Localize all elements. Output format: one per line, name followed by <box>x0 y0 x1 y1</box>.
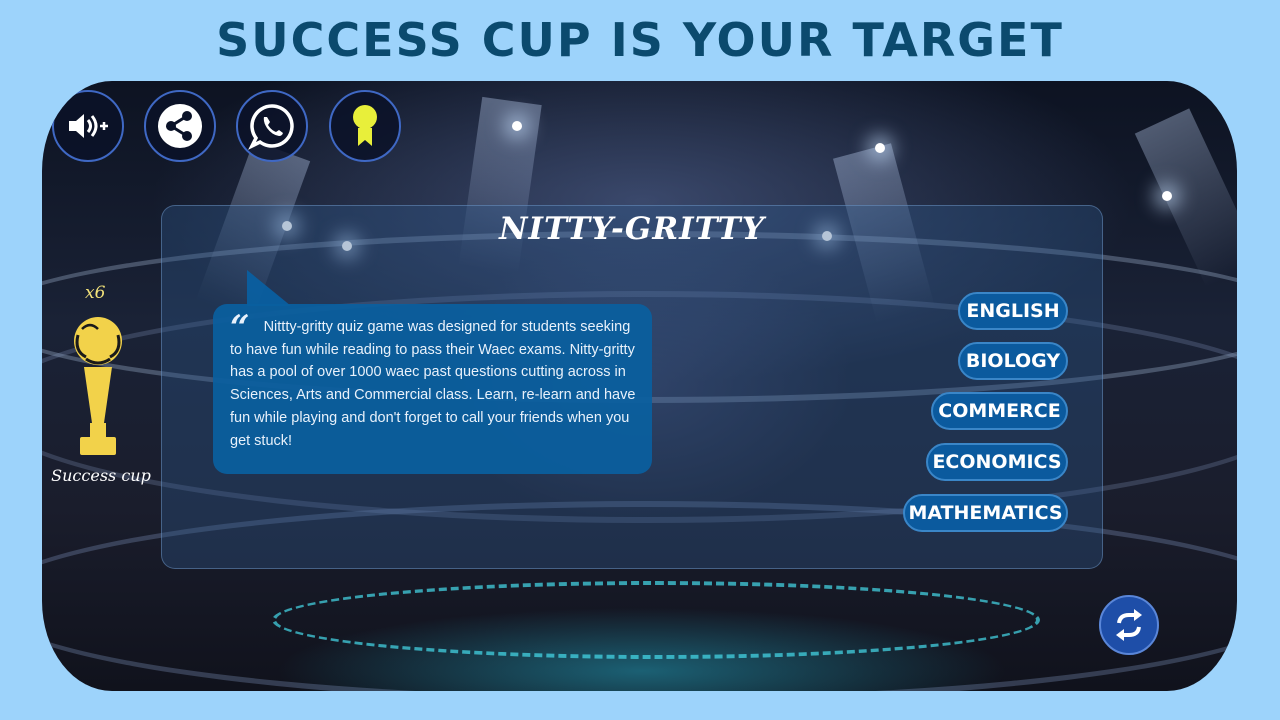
spotlight <box>512 121 522 131</box>
page-title: SUCCESS CUP IS YOUR TARGET <box>216 13 1064 67</box>
whatsapp-button[interactable] <box>236 90 308 162</box>
refresh-icon <box>1116 609 1142 641</box>
subject-button-biology[interactable]: BIOLOGY <box>958 342 1068 380</box>
share-button[interactable] <box>144 90 216 162</box>
achievement-ribbon-icon <box>353 105 377 146</box>
trophy-label: Success cup <box>51 466 151 485</box>
app-screen: SUCCESS CUP IS YOUR TARGET x6 Success cu… <box>0 0 1280 720</box>
subject-button-economics[interactable]: ECONOMICS <box>926 443 1068 481</box>
trophy-icon <box>74 317 122 455</box>
sound-plus-icon <box>69 114 108 138</box>
spotlight <box>875 143 885 153</box>
subject-button-mathematics[interactable]: MATHEMATICS <box>903 494 1068 532</box>
whatsapp-icon <box>248 104 294 150</box>
spotlight <box>1162 191 1172 201</box>
trophy-count: x6 <box>85 283 106 303</box>
game-stage: x6 Success cup NITTY-GRITTY “Nittty-grit… <box>42 81 1237 691</box>
subject-button-english[interactable]: ENGLISH <box>958 292 1068 330</box>
description-bubble: “Nittty-gritty quiz game was designed fo… <box>213 304 652 474</box>
game-description: Nittty-gritty quiz game was designed for… <box>230 319 636 449</box>
sound-button[interactable] <box>52 90 124 162</box>
refresh-button[interactable] <box>1099 595 1159 655</box>
subject-button-commerce[interactable]: COMMERCE <box>931 392 1068 430</box>
share-icon <box>158 104 202 148</box>
achievements-button[interactable] <box>329 90 401 162</box>
game-title: NITTY-GRITTY <box>499 211 765 247</box>
stage-floor-lights <box>272 581 1040 659</box>
speech-bubble-tail <box>247 270 291 306</box>
